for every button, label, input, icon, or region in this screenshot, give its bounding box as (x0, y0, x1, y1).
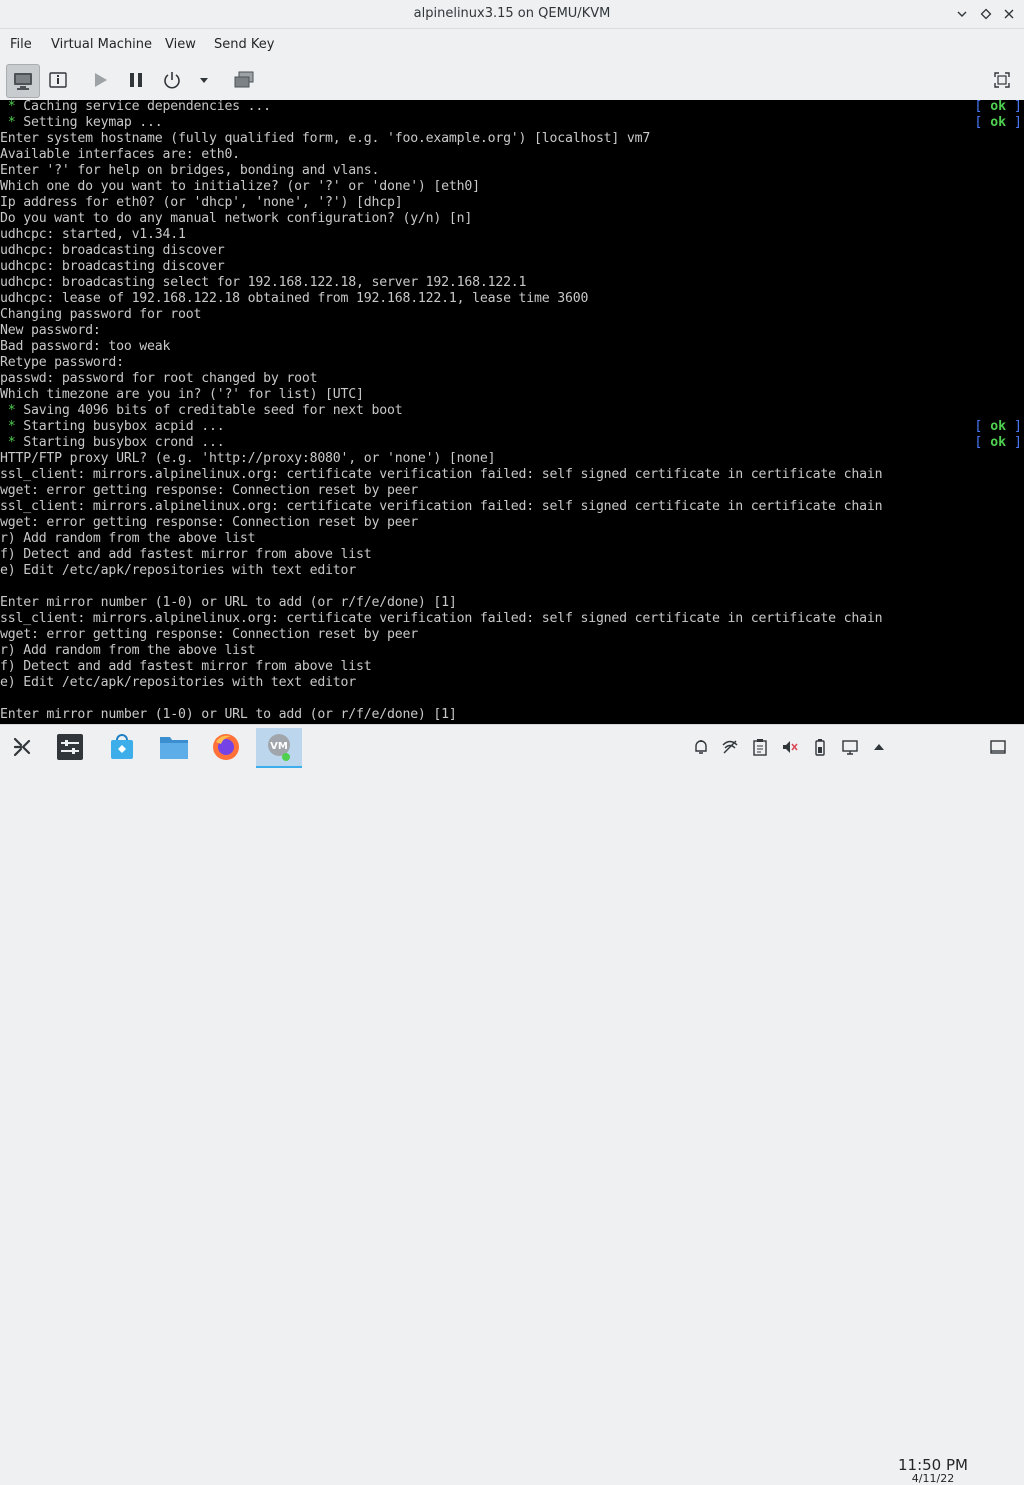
fullscreen-icon[interactable] (988, 64, 1016, 96)
console-line: Enter mirror number (1-0) or URL to add … (0, 707, 457, 722)
console-line: Ip address for eth0? (or 'dhcp', 'none',… (0, 195, 403, 210)
console-line: * Saving 4096 bits of creditable seed fo… (0, 403, 403, 418)
snapshots-icon[interactable] (228, 64, 260, 96)
console-line: ssl_client: mirrors.alpinelinux.org: cer… (0, 467, 883, 482)
console-line: wget: error getting response: Connection… (0, 627, 418, 642)
console-line: New password: (0, 323, 101, 338)
console-line: ssl_client: mirrors.alpinelinux.org: cer… (0, 611, 883, 626)
console-line: f) Detect and add fastest mirror from ab… (0, 547, 372, 562)
volume-muted-icon[interactable] (780, 737, 800, 757)
console-line: wget: error getting response: Connection… (0, 515, 418, 530)
file-manager-icon[interactable] (154, 728, 194, 766)
console-line: Available interfaces are: eth0. (0, 147, 240, 162)
power-icon[interactable] (158, 64, 186, 96)
console-line: Do you want to do any manual network con… (0, 211, 473, 226)
console-line: * Caching service dependencies ... (0, 100, 271, 114)
application-launcher-icon[interactable] (2, 728, 42, 766)
status-ok-badge: [ ok ] (974, 435, 1022, 450)
tray-expand-icon[interactable] (869, 737, 889, 757)
console-line: ssl_client: mirrors.alpinelinux.org: cer… (0, 499, 883, 514)
maximize-icon[interactable] (977, 5, 995, 23)
title-bar: alpinelinux3.15 on QEMU/KVM (0, 0, 1024, 29)
console-line: Which one do you want to initialize? (or… (0, 179, 480, 194)
console-line: f) Detect and add fastest mirror from ab… (0, 659, 372, 674)
monitor-icon[interactable] (6, 64, 40, 98)
console-line: * Starting busybox acpid ... (0, 419, 225, 434)
pause-icon[interactable] (122, 64, 150, 96)
taskbar: VM 11:50 PM 4/11/22 (0, 724, 1024, 1485)
console-line: Enter '?' for help on bridges, bonding a… (0, 163, 380, 178)
console-line: Enter mirror number (1-0) or URL to add … (0, 595, 457, 610)
status-ok-badge: [ ok ] (974, 115, 1022, 130)
clock-date[interactable]: 4/11/22 (897, 1472, 969, 1485)
toolbar (0, 60, 1024, 101)
svg-text:VM: VM (270, 741, 288, 752)
console-line: e) Edit /etc/apk/repositories with text … (0, 675, 357, 690)
clipboard-icon[interactable] (750, 737, 770, 757)
vm-console[interactable]: * Caching service dependencies ... [ ok ]… (0, 100, 1024, 724)
console-line: udhcpc: started, v1.34.1 (0, 227, 186, 242)
close-icon[interactable] (1000, 5, 1018, 23)
display-icon[interactable] (840, 737, 860, 757)
dropdown-arrow-icon[interactable] (194, 64, 214, 96)
menu-view[interactable]: View (165, 37, 196, 52)
console-line: Bad password: too weak (0, 339, 171, 354)
firefox-icon[interactable] (206, 728, 246, 766)
console-line: * Setting keymap ... (0, 115, 163, 130)
menu-virtual-machine[interactable]: Virtual Machine (51, 37, 152, 52)
discover-store-icon[interactable] (102, 728, 142, 766)
network-icon[interactable] (720, 737, 740, 757)
virt-manager-icon[interactable]: VM (256, 728, 302, 768)
console-line: e) Edit /etc/apk/repositories with text … (0, 563, 357, 578)
info-icon[interactable] (44, 64, 72, 96)
console-line: Retype password: (0, 355, 124, 370)
play-icon[interactable] (86, 64, 114, 96)
console-line: udhcpc: lease of 192.168.122.18 obtained… (0, 291, 589, 306)
menu-send-key[interactable]: Send Key (214, 37, 274, 52)
console-line: r) Add random from the above list (0, 531, 256, 546)
console-line: wget: error getting response: Connection… (0, 483, 418, 498)
console-line: Which timezone are you in? ('?' for list… (0, 387, 364, 402)
console-line: udhcpc: broadcasting select for 192.168.… (0, 275, 527, 290)
menu-file[interactable]: File (10, 37, 32, 52)
console-line: passwd: password for root changed by roo… (0, 371, 318, 386)
console-line: udhcpc: broadcasting discover (0, 243, 225, 258)
minimize-icon[interactable] (953, 5, 971, 23)
battery-icon[interactable] (810, 737, 830, 757)
console-line: * Starting busybox crond ... (0, 435, 225, 450)
notifications-icon[interactable] (691, 737, 711, 757)
status-ok-badge: [ ok ] (974, 100, 1022, 114)
pager-icon[interactable] (50, 728, 90, 766)
console-line: r) Add random from the above list (0, 643, 256, 658)
console-line: Enter system hostname (fully qualified f… (0, 131, 651, 146)
console-line: HTTP/FTP proxy URL? (e.g. 'http://proxy:… (0, 451, 496, 466)
window-title: alpinelinux3.15 on QEMU/KVM (413, 6, 611, 21)
status-ok-badge: [ ok ] (974, 419, 1022, 434)
menu-bar: File Virtual Machine View Send Key (0, 29, 1024, 59)
show-desktop-icon[interactable] (988, 737, 1008, 757)
console-line: Changing password for root (0, 307, 202, 322)
console-line: udhcpc: broadcasting discover (0, 259, 225, 274)
